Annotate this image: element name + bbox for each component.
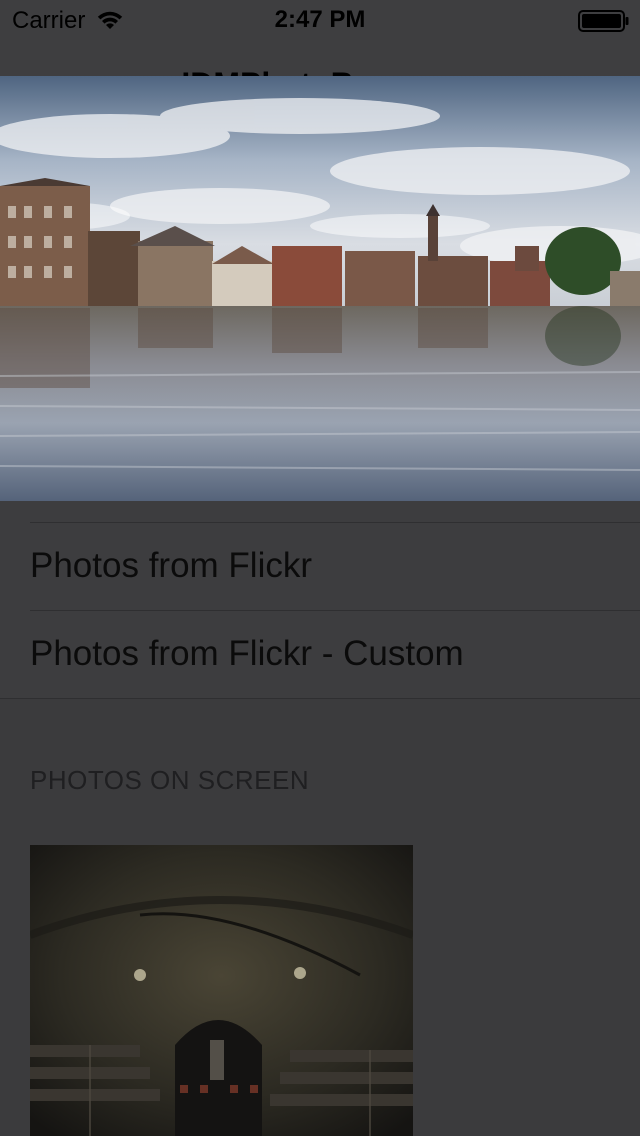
screen-photo[interactable] (30, 845, 413, 1136)
table-row-photos-from-flickr-custom[interactable]: Photos from Flickr - Custom (0, 610, 640, 698)
row-label: Photos from Flickr - Custom (30, 634, 464, 673)
table-row-photos-from-flickr[interactable]: Photos from Flickr (0, 522, 640, 610)
row-label: Photos from Flickr (30, 546, 312, 585)
clock: 2:47 PM (274, 6, 366, 33)
row-separator (30, 522, 640, 523)
status-bar: Carrier 2:47 PM (0, 0, 640, 40)
row-separator (30, 610, 640, 611)
hero-photo[interactable] (0, 76, 640, 501)
section-header-photos-on-screen: PHOTOS ON SCREEN (30, 765, 310, 795)
photos-table: Photos from Flickr Photos from Flickr - … (0, 501, 640, 699)
battery-icon (578, 10, 630, 37)
